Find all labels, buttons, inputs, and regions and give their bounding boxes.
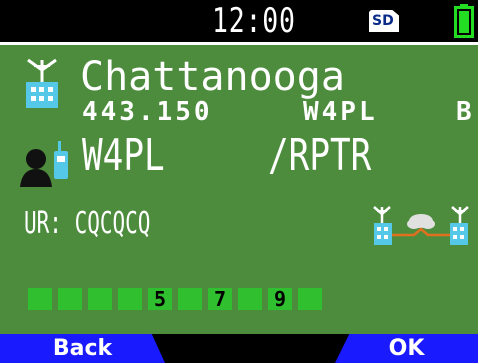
memory-channel-name: Chattanooga [80,54,345,100]
s-meter-label-7: 7 [213,287,227,311]
clock-time: 12:00 [212,1,296,41]
s-meter-segment [58,288,82,310]
caller-suffix: /RPTR [268,130,372,181]
back-button[interactable]: Back [0,334,165,363]
gateway-network-icon [373,206,469,245]
main-display: Chattanooga 443.150 W4PL B W4PL /RPTR UR… [0,45,478,334]
softkey-bar: Back OK [0,334,478,363]
s-meter-segment [238,288,262,310]
s-meter: 5 7 9 [28,288,322,310]
sd-card-icon: SD [369,10,399,32]
frequency-readout: 443.150 [82,97,213,127]
band-indicator: B [456,97,472,127]
repeater-icon [26,58,58,108]
s-meter-segment [298,288,322,310]
status-bar: 12:00 SD [0,0,478,45]
caller-callsign: W4PL [82,130,165,181]
s-meter-segment [178,288,202,310]
battery-icon [454,4,474,38]
s-meter-segment [118,288,142,310]
radio-display: 12:00 SD Chattanooga 443.150 W4PL B W4PL… [0,0,478,363]
ur-call-value: CQCQCQ [74,206,151,241]
ok-button[interactable]: OK [335,334,478,363]
person-radio-icon [20,141,68,187]
ur-label: UR: [24,206,62,241]
ur-call-line: UR: CQCQCQ [24,207,150,241]
s-meter-label-9: 9 [273,287,287,311]
sd-card-label: SD [372,13,394,29]
repeater-callsign: W4PL [303,97,378,127]
s-meter-segment [28,288,52,310]
s-meter-segment [88,288,112,310]
s-meter-label-5: 5 [153,287,167,311]
